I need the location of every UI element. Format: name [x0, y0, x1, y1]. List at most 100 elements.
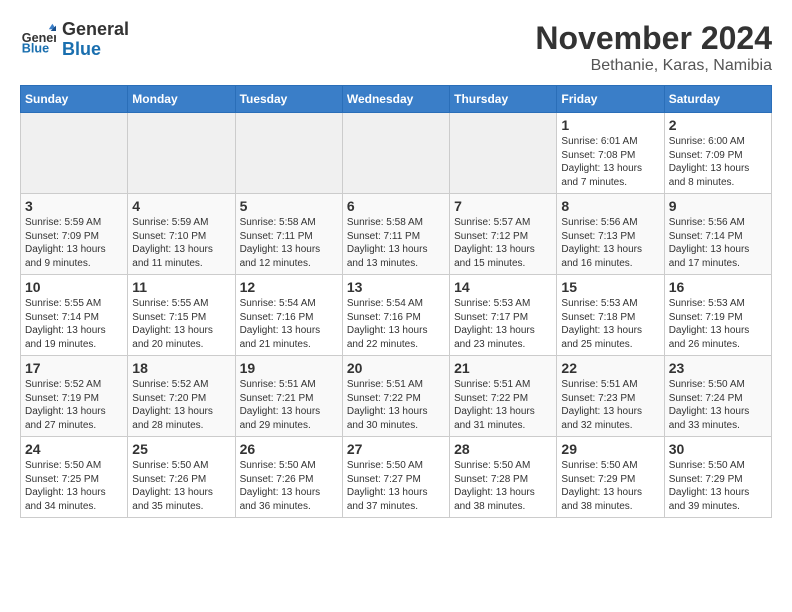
day-number: 4 — [132, 198, 230, 214]
day-info: Sunrise: 5:50 AM Sunset: 7:29 PM Dayligh… — [561, 459, 659, 513]
day-number: 5 — [240, 198, 338, 214]
calendar-cell: 25 Sunrise: 5:50 AM Sunset: 7:26 PM Dayli… — [128, 437, 235, 518]
calendar-cell: 16 Sunrise: 5:53 AM Sunset: 7:19 PM Dayli… — [664, 275, 771, 356]
day-info: Sunrise: 5:57 AM Sunset: 7:12 PM Dayligh… — [454, 216, 552, 270]
day-info: Sunrise: 5:50 AM Sunset: 7:25 PM Dayligh… — [25, 459, 123, 513]
day-number: 11 — [132, 279, 230, 295]
calendar-week-row: 10 Sunrise: 5:55 AM Sunset: 7:14 PM Dayli… — [21, 275, 772, 356]
day-info: Sunrise: 5:58 AM Sunset: 7:11 PM Dayligh… — [347, 216, 445, 270]
day-number: 13 — [347, 279, 445, 295]
day-number: 27 — [347, 441, 445, 457]
calendar-cell: 3 Sunrise: 5:59 AM Sunset: 7:09 PM Daylig… — [21, 194, 128, 275]
day-info: Sunrise: 5:51 AM Sunset: 7:21 PM Dayligh… — [240, 378, 338, 432]
day-info: Sunrise: 6:00 AM Sunset: 7:09 PM Dayligh… — [669, 135, 767, 189]
day-number: 10 — [25, 279, 123, 295]
day-number: 28 — [454, 441, 552, 457]
day-info: Sunrise: 5:55 AM Sunset: 7:15 PM Dayligh… — [132, 297, 230, 351]
logo-line2: Blue — [62, 40, 129, 60]
page-title: November 2024 — [535, 20, 772, 57]
day-info: Sunrise: 5:54 AM Sunset: 7:16 PM Dayligh… — [347, 297, 445, 351]
day-info: Sunrise: 6:01 AM Sunset: 7:08 PM Dayligh… — [561, 135, 659, 189]
day-number: 2 — [669, 117, 767, 133]
calendar-cell: 28Sunrise: 5:50 AM Sunset: 7:28 PM Dayli… — [450, 437, 557, 518]
day-info: Sunrise: 5:50 AM Sunset: 7:29 PM Dayligh… — [669, 459, 767, 513]
day-info: Sunrise: 5:59 AM Sunset: 7:10 PM Dayligh… — [132, 216, 230, 270]
day-number: 15 — [561, 279, 659, 295]
calendar-cell — [21, 113, 128, 194]
calendar-table: SundayMondayTuesdayWednesdayThursdayFrid… — [20, 85, 772, 518]
calendar-cell: 6 Sunrise: 5:58 AM Sunset: 7:11 PM Daylig… — [342, 194, 449, 275]
day-number: 9 — [669, 198, 767, 214]
day-number: 19 — [240, 360, 338, 376]
calendar-cell: 1 Sunrise: 6:01 AM Sunset: 7:08 PM Daylig… — [557, 113, 664, 194]
calendar-cell — [450, 113, 557, 194]
calendar-cell: 8Sunrise: 5:56 AM Sunset: 7:13 PM Daylig… — [557, 194, 664, 275]
day-info: Sunrise: 5:56 AM Sunset: 7:14 PM Dayligh… — [669, 216, 767, 270]
weekday-header: Saturday — [664, 86, 771, 113]
calendar-cell: 22 Sunrise: 5:51 AM Sunset: 7:23 PM Dayli… — [557, 356, 664, 437]
calendar-week-row: 17 Sunrise: 5:52 AM Sunset: 7:19 PM Dayli… — [21, 356, 772, 437]
day-info: Sunrise: 5:59 AM Sunset: 7:09 PM Dayligh… — [25, 216, 123, 270]
day-number: 6 — [347, 198, 445, 214]
day-info: Sunrise: 5:54 AM Sunset: 7:16 PM Dayligh… — [240, 297, 338, 351]
day-number: 16 — [669, 279, 767, 295]
day-number: 3 — [25, 198, 123, 214]
day-number: 29 — [561, 441, 659, 457]
day-info: Sunrise: 5:50 AM Sunset: 7:27 PM Dayligh… — [347, 459, 445, 513]
day-number: 22 — [561, 360, 659, 376]
calendar-cell: 30 Sunrise: 5:50 AM Sunset: 7:29 PM Dayli… — [664, 437, 771, 518]
title-block: November 2024 Bethanie, Karas, Namibia — [535, 20, 772, 75]
logo: General Blue General Blue — [20, 20, 129, 60]
day-number: 7 — [454, 198, 552, 214]
calendar-cell: 19 Sunrise: 5:51 AM Sunset: 7:21 PM Dayli… — [235, 356, 342, 437]
calendar-cell: 5Sunrise: 5:58 AM Sunset: 7:11 PM Daylig… — [235, 194, 342, 275]
calendar-cell: 10 Sunrise: 5:55 AM Sunset: 7:14 PM Dayli… — [21, 275, 128, 356]
calendar-cell: 26Sunrise: 5:50 AM Sunset: 7:26 PM Dayli… — [235, 437, 342, 518]
calendar-cell: 17 Sunrise: 5:52 AM Sunset: 7:19 PM Dayli… — [21, 356, 128, 437]
calendar-cell: 13 Sunrise: 5:54 AM Sunset: 7:16 PM Dayli… — [342, 275, 449, 356]
calendar-cell: 9 Sunrise: 5:56 AM Sunset: 7:14 PM Daylig… — [664, 194, 771, 275]
weekday-header: Monday — [128, 86, 235, 113]
day-number: 18 — [132, 360, 230, 376]
svg-text:Blue: Blue — [22, 41, 49, 55]
calendar-cell: 11 Sunrise: 5:55 AM Sunset: 7:15 PM Dayli… — [128, 275, 235, 356]
calendar-cell — [235, 113, 342, 194]
day-info: Sunrise: 5:51 AM Sunset: 7:22 PM Dayligh… — [347, 378, 445, 432]
calendar-cell: 2 Sunrise: 6:00 AM Sunset: 7:09 PM Daylig… — [664, 113, 771, 194]
calendar-cell: 20 Sunrise: 5:51 AM Sunset: 7:22 PM Dayli… — [342, 356, 449, 437]
day-number: 14 — [454, 279, 552, 295]
calendar-week-row: 3 Sunrise: 5:59 AM Sunset: 7:09 PM Daylig… — [21, 194, 772, 275]
calendar-cell: 23Sunrise: 5:50 AM Sunset: 7:24 PM Dayli… — [664, 356, 771, 437]
day-number: 8 — [561, 198, 659, 214]
calendar-cell: 27 Sunrise: 5:50 AM Sunset: 7:27 PM Dayli… — [342, 437, 449, 518]
calendar-cell: 29 Sunrise: 5:50 AM Sunset: 7:29 PM Dayli… — [557, 437, 664, 518]
weekday-header: Friday — [557, 86, 664, 113]
day-info: Sunrise: 5:52 AM Sunset: 7:19 PM Dayligh… — [25, 378, 123, 432]
calendar-cell: 7 Sunrise: 5:57 AM Sunset: 7:12 PM Daylig… — [450, 194, 557, 275]
day-number: 17 — [25, 360, 123, 376]
calendar-cell: 24 Sunrise: 5:50 AM Sunset: 7:25 PM Dayli… — [21, 437, 128, 518]
page-header: General Blue General Blue November 2024 … — [20, 20, 772, 75]
day-info: Sunrise: 5:51 AM Sunset: 7:23 PM Dayligh… — [561, 378, 659, 432]
weekday-header: Wednesday — [342, 86, 449, 113]
calendar-cell — [128, 113, 235, 194]
day-number: 1 — [561, 117, 659, 133]
day-number: 24 — [25, 441, 123, 457]
calendar-cell: 14Sunrise: 5:53 AM Sunset: 7:17 PM Dayli… — [450, 275, 557, 356]
day-info: Sunrise: 5:51 AM Sunset: 7:22 PM Dayligh… — [454, 378, 552, 432]
page-subtitle: Bethanie, Karas, Namibia — [535, 57, 772, 75]
day-info: Sunrise: 5:50 AM Sunset: 7:26 PM Dayligh… — [240, 459, 338, 513]
day-number: 30 — [669, 441, 767, 457]
day-number: 12 — [240, 279, 338, 295]
day-number: 23 — [669, 360, 767, 376]
day-info: Sunrise: 5:53 AM Sunset: 7:18 PM Dayligh… — [561, 297, 659, 351]
calendar-cell: 4 Sunrise: 5:59 AM Sunset: 7:10 PM Daylig… — [128, 194, 235, 275]
logo-icon: General Blue — [20, 22, 56, 58]
day-number: 25 — [132, 441, 230, 457]
calendar-cell — [342, 113, 449, 194]
day-info: Sunrise: 5:50 AM Sunset: 7:26 PM Dayligh… — [132, 459, 230, 513]
day-info: Sunrise: 5:53 AM Sunset: 7:19 PM Dayligh… — [669, 297, 767, 351]
day-number: 20 — [347, 360, 445, 376]
day-info: Sunrise: 5:55 AM Sunset: 7:14 PM Dayligh… — [25, 297, 123, 351]
calendar-cell: 18Sunrise: 5:52 AM Sunset: 7:20 PM Dayli… — [128, 356, 235, 437]
